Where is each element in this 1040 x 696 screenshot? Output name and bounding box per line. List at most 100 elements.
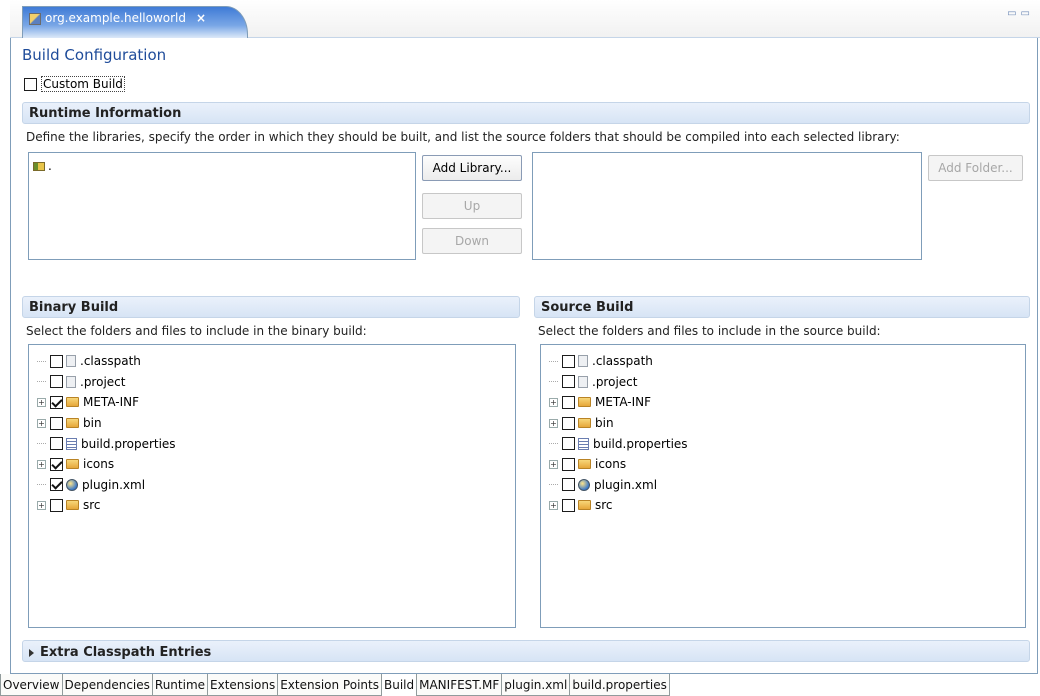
tree-item[interactable]: + icons	[547, 454, 688, 475]
library-list[interactable]: .	[28, 152, 416, 260]
source-build-tree[interactable]: .classpath .project + META-INF + bin build.pro…	[540, 344, 1026, 628]
tree-item-label: bin	[595, 416, 614, 431]
checkbox-icon[interactable]	[50, 395, 63, 409]
tree-item[interactable]: plugin.xml	[35, 475, 176, 496]
expand-icon[interactable]: +	[549, 397, 558, 407]
tree-item-label: plugin.xml	[82, 477, 146, 492]
checkbox-icon[interactable]	[562, 395, 575, 409]
expand-icon[interactable]: +	[549, 459, 558, 469]
checkbox-icon[interactable]	[562, 457, 575, 471]
plugin-manifest-icon	[29, 13, 41, 25]
expand-icon[interactable]: +	[37, 500, 46, 510]
add-folder-button[interactable]: Add Folder...	[928, 155, 1023, 181]
tree-item-label: icons	[595, 457, 627, 472]
checkbox-icon[interactable]	[562, 375, 575, 389]
tree-connector	[549, 484, 558, 486]
tree-item-label: build.properties	[81, 436, 176, 451]
list-item[interactable]: .	[33, 159, 52, 173]
tree-connector	[549, 381, 558, 383]
folder-icon	[66, 500, 79, 511]
tree-item[interactable]: .classpath	[547, 351, 688, 372]
properties-file-icon	[578, 437, 589, 450]
extra-classpath-entries-section[interactable]: Extra Classpath Entries	[22, 640, 1030, 662]
tree-item[interactable]: build.properties	[35, 433, 176, 454]
page-tab-plugin-xml[interactable]: plugin.xml	[501, 674, 571, 696]
library-name: .	[48, 159, 52, 173]
tree-item-label: META-INF	[595, 395, 652, 410]
expand-icon[interactable]: +	[549, 500, 558, 510]
checkbox-icon[interactable]	[50, 478, 63, 492]
tree-item-label: .project	[592, 374, 638, 389]
editor-tab-strip: org.example.helloworld × ▭▭	[10, 0, 1040, 38]
checkbox-icon[interactable]	[562, 478, 575, 492]
checkbox-icon[interactable]	[562, 498, 575, 512]
page-tab-overview[interactable]: Overview	[0, 674, 63, 696]
tree-item[interactable]: build.properties	[547, 433, 688, 454]
tree-item[interactable]: .classpath	[35, 351, 176, 372]
checkbox-icon[interactable]	[562, 354, 575, 368]
checkbox-icon[interactable]	[50, 375, 63, 389]
checkbox-icon[interactable]	[50, 416, 63, 430]
folder-icon	[66, 459, 79, 470]
editor-tab[interactable]: org.example.helloworld ×	[22, 6, 248, 38]
add-library-button[interactable]: Add Library...	[422, 155, 522, 181]
tree-item-label: .classpath	[592, 354, 653, 369]
custom-build-checkbox[interactable]: Custom Build	[24, 76, 125, 92]
checkbox-icon[interactable]	[24, 77, 37, 91]
folder-icon	[66, 397, 79, 408]
tree-item[interactable]: + src	[547, 495, 688, 516]
page-tab-dependencies[interactable]: Dependencies	[61, 674, 153, 696]
expand-icon[interactable]: +	[37, 397, 46, 407]
plugin-xml-icon	[66, 478, 78, 491]
page-tab-manifest-mf[interactable]: MANIFEST.MF	[416, 674, 503, 696]
tree-item[interactable]: + META-INF	[35, 392, 176, 413]
file-icon	[578, 375, 588, 388]
tree-item-label: icons	[83, 457, 115, 472]
source-folder-list[interactable]	[532, 152, 922, 260]
tree-item[interactable]: + src	[35, 495, 176, 516]
tree-item[interactable]: + bin	[35, 413, 176, 434]
binary-build-header: Binary Build	[22, 296, 520, 318]
binary-build-tree[interactable]: .classpath .project + META-INF + bin build.pro…	[28, 344, 516, 628]
plugin-xml-icon	[578, 478, 590, 491]
tree-item[interactable]: plugin.xml	[547, 475, 688, 496]
expand-icon[interactable]: +	[37, 418, 46, 428]
tree-item-label: bin	[83, 416, 102, 431]
checkbox-icon[interactable]	[50, 498, 63, 512]
checkbox-icon[interactable]	[562, 437, 575, 451]
tree-item[interactable]: + bin	[547, 413, 688, 434]
runtime-description: Define the libraries, specify the order …	[26, 130, 900, 144]
checkbox-icon[interactable]	[50, 437, 63, 451]
minimize-maximize-icon[interactable]: ▭▭	[1007, 8, 1034, 19]
library-icon	[33, 161, 45, 171]
properties-file-icon	[66, 437, 77, 450]
tree-item[interactable]: + META-INF	[547, 392, 688, 413]
folder-icon	[66, 418, 79, 429]
expand-icon[interactable]: +	[549, 418, 558, 428]
page-tab-build[interactable]: Build	[380, 674, 418, 696]
page-tab-extension-points[interactable]: Extension Points	[277, 674, 382, 696]
up-button[interactable]: Up	[422, 193, 522, 219]
expand-icon[interactable]: +	[37, 459, 46, 469]
expand-triangle-icon[interactable]	[29, 648, 34, 657]
page-tab-build-properties[interactable]: build.properties	[569, 674, 670, 696]
source-build-header: Source Build	[534, 296, 1030, 318]
tree-item[interactable]: .project	[35, 372, 176, 393]
down-button[interactable]: Down	[422, 228, 522, 254]
tree-connector	[37, 484, 46, 486]
runtime-information-header: Runtime Information	[22, 102, 1030, 124]
folder-icon	[578, 500, 591, 511]
tree-item[interactable]: .project	[547, 372, 688, 393]
page-tab-extensions[interactable]: Extensions	[207, 674, 279, 696]
tree-item[interactable]: + icons	[35, 454, 176, 475]
folder-icon	[578, 418, 591, 429]
file-icon	[66, 355, 76, 368]
checkbox-icon[interactable]	[562, 416, 575, 430]
checkbox-icon[interactable]	[50, 457, 63, 471]
close-icon[interactable]: ×	[196, 11, 206, 25]
tree-item-label: .project	[80, 374, 126, 389]
checkbox-icon[interactable]	[50, 354, 63, 368]
page-tab-runtime[interactable]: Runtime	[151, 674, 209, 696]
editor-tab-title: org.example.helloworld	[45, 11, 186, 25]
tree-item-label: plugin.xml	[594, 477, 658, 492]
